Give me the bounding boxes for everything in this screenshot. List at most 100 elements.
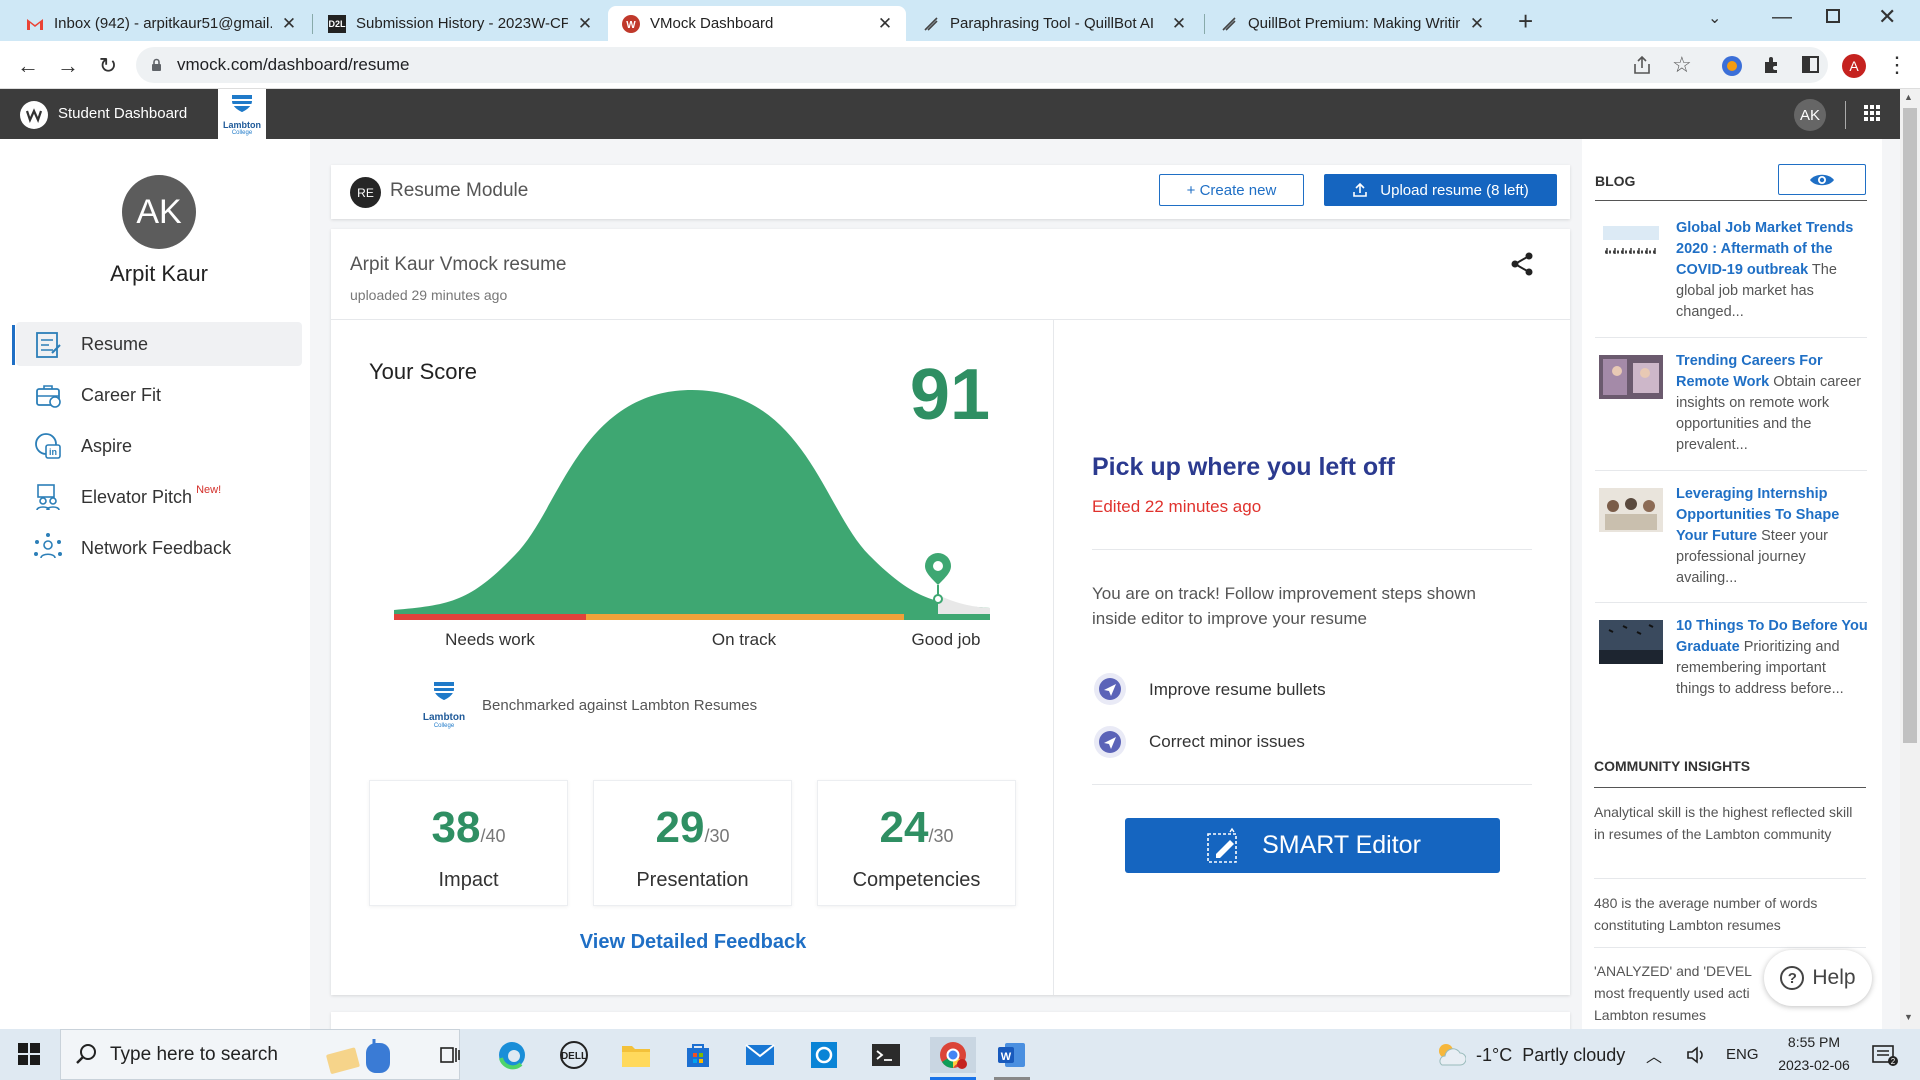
close-tab-icon[interactable]: ✕	[576, 14, 594, 34]
mail-icon[interactable]	[742, 1037, 778, 1073]
blog-thumbnail-image[interactable]	[1599, 355, 1663, 399]
create-new-button[interactable]: + Create new	[1159, 174, 1304, 206]
chrome-icon[interactable]	[930, 1037, 976, 1073]
scrollbar-thumb[interactable]	[1903, 108, 1917, 743]
vmock-logo-icon[interactable]	[20, 101, 48, 129]
eye-icon	[1810, 174, 1834, 185]
terminal-icon[interactable]	[868, 1037, 904, 1073]
file-explorer-icon[interactable]	[618, 1037, 654, 1073]
close-tab-icon[interactable]: ✕	[876, 14, 894, 34]
task-view-icon[interactable]	[432, 1037, 468, 1073]
forward-icon[interactable]: →	[54, 52, 82, 80]
language-indicator[interactable]: ENG	[1726, 1046, 1759, 1063]
cortana-app-icon[interactable]	[806, 1037, 842, 1073]
minimize-icon[interactable]: —	[1772, 6, 1792, 29]
user-avatar[interactable]: AK	[1794, 99, 1826, 131]
browser-tab-bar: Inbox (942) - arpitkaur51@gmail. ✕ D2L S…	[0, 0, 1920, 41]
blog-heading: BLOG	[1595, 173, 1636, 189]
lock-icon[interactable]	[151, 58, 162, 72]
close-window-icon[interactable]: ✕	[1878, 4, 1896, 30]
blog-item[interactable]: Leveraging Internship Opportunities To S…	[1676, 484, 1868, 589]
elevator-pitch-icon	[36, 484, 60, 511]
eye-toggle-button[interactable]	[1778, 164, 1866, 195]
url-text[interactable]: vmock.com/dashboard/resume	[177, 55, 409, 75]
header-divider	[1845, 101, 1846, 129]
sidebar-item-elevator-pitch[interactable]: Elevator Pitch New!	[16, 475, 302, 519]
dell-icon[interactable]: DELL	[556, 1037, 592, 1073]
score-marker-icon	[925, 553, 951, 604]
word-icon[interactable]: W	[994, 1037, 1030, 1073]
upload-icon	[1353, 182, 1368, 197]
divider	[1595, 200, 1867, 201]
weather-icon[interactable]	[1432, 1037, 1466, 1071]
blog-item[interactable]: 10 Things To Do Before You Graduate Prio…	[1676, 616, 1868, 700]
windows-start-icon[interactable]	[18, 1043, 40, 1065]
tab-vmock[interactable]: W VMock Dashboard ✕	[608, 6, 906, 41]
divider	[1092, 549, 1532, 550]
tab-d2l[interactable]: D2L Submission History - 2023W-CPS ✕	[314, 6, 606, 41]
blog-item[interactable]: Global Job Market Trends 2020 : Aftermat…	[1676, 218, 1868, 323]
tab-gmail[interactable]: Inbox (942) - arpitkaur51@gmail. ✕	[12, 6, 310, 41]
sidebar-item-resume[interactable]: Resume	[16, 322, 302, 366]
share-page-icon[interactable]	[1632, 55, 1652, 75]
scroll-up-icon[interactable]: ▲	[1904, 92, 1913, 102]
reload-icon[interactable]: ↻	[94, 52, 122, 80]
bookmark-star-icon[interactable]: ☆	[1672, 52, 1692, 78]
chevron-up-icon[interactable]: ︿	[1646, 1043, 1662, 1067]
subscore-impact: 38/40 Impact	[369, 780, 568, 906]
track-message: You are on track! Follow improvement ste…	[1092, 584, 1476, 628]
clock-date[interactable]: 2023-02-06	[1766, 1057, 1862, 1073]
vmock-icon: W	[622, 14, 640, 33]
apps-grid-icon[interactable]	[1864, 105, 1880, 121]
column-divider	[1053, 319, 1054, 995]
divider	[1092, 784, 1532, 785]
blog-item[interactable]: Trending Careers For Remote Work Obtain …	[1676, 351, 1868, 456]
blog-thumbnail-image[interactable]	[1599, 222, 1663, 266]
profile-avatar[interactable]: A	[1842, 54, 1866, 78]
back-icon[interactable]: ←	[14, 52, 42, 80]
active-indicator	[12, 325, 15, 365]
edit-pencil-icon	[1207, 827, 1237, 863]
subscore-competencies: 24/30 Competencies	[817, 780, 1016, 906]
blog-thumbnail-image[interactable]	[1599, 488, 1663, 532]
close-tab-icon[interactable]: ✕	[1170, 14, 1188, 34]
sidebar-item-aspire[interactable]: in Aspire	[16, 424, 302, 468]
new-badge: New!	[196, 484, 222, 496]
sidebar-item-network-feedback[interactable]: Network Feedback	[16, 526, 302, 570]
edge-icon[interactable]	[494, 1037, 530, 1073]
blog-thumbnail-image[interactable]	[1599, 620, 1663, 664]
extension-icon[interactable]	[1721, 55, 1743, 77]
view-detailed-feedback-link[interactable]: View Detailed Feedback	[500, 931, 886, 954]
tab-quillbot-paraphrase[interactable]: Paraphrasing Tool - QuillBot AI ✕	[908, 6, 1200, 41]
user-name: Arpit Kaur	[110, 261, 208, 286]
insight-item: 480 is the average number of words const…	[1594, 895, 1818, 933]
smart-editor-button[interactable]: SMART Editor	[1125, 818, 1500, 873]
weather-text[interactable]: -1°C Partly cloudy	[1476, 1045, 1625, 1066]
upload-resume-button[interactable]: Upload resume (8 left)	[1324, 174, 1557, 206]
store-icon[interactable]	[680, 1037, 716, 1073]
step-navigate-icon	[1094, 726, 1126, 758]
d2l-icon: D2L	[328, 14, 346, 33]
side-panel-icon[interactable]	[1802, 56, 1819, 73]
app-name[interactable]: Student Dashboard	[58, 105, 187, 122]
step-improve-bullets: Improve resume bullets	[1149, 680, 1326, 699]
puzzle-extensions-icon[interactable]	[1762, 55, 1782, 75]
svg-text:2: 2	[1891, 1057, 1896, 1066]
notifications-icon[interactable]: 2	[1872, 1043, 1898, 1067]
insights-heading: COMMUNITY INSIGHTS	[1594, 758, 1751, 774]
maximize-icon[interactable]	[1826, 9, 1840, 23]
close-tab-icon[interactable]: ✕	[1468, 14, 1486, 34]
clock-time[interactable]: 8:55 PM	[1772, 1034, 1856, 1050]
new-tab-icon[interactable]: +	[1518, 6, 1533, 37]
sidebar-item-career-fit[interactable]: Career Fit	[16, 373, 302, 417]
share-icon[interactable]	[1509, 251, 1535, 277]
step-correct-issues: Correct minor issues	[1149, 732, 1305, 751]
scroll-down-icon[interactable]: ▼	[1904, 1012, 1913, 1022]
tab-search-icon[interactable]: ⌄	[1708, 8, 1721, 28]
help-button[interactable]: ? Help	[1764, 950, 1872, 1006]
volume-icon[interactable]	[1686, 1045, 1708, 1065]
tab-quillbot-premium[interactable]: QuillBot Premium: Making Writin ✕	[1206, 6, 1498, 41]
menu-dots-icon[interactable]: ⋮	[1886, 52, 1908, 78]
close-tab-icon[interactable]: ✕	[280, 14, 298, 34]
gmail-icon	[26, 15, 44, 33]
